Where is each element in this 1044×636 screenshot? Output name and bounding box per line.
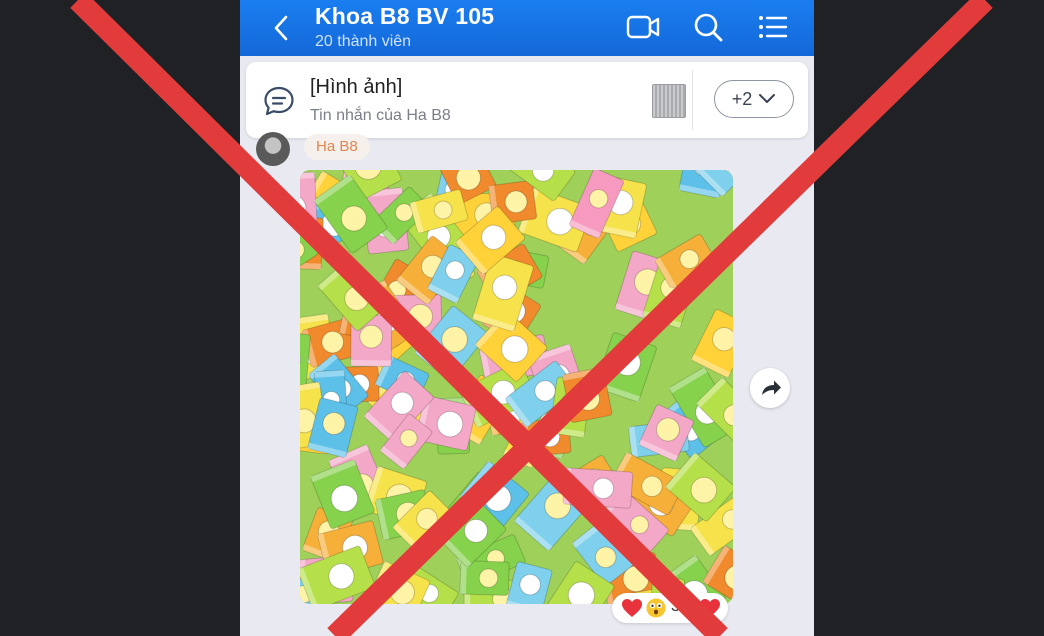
pinned-thumbnail[interactable] xyxy=(652,84,686,118)
forward-icon[interactable] xyxy=(750,368,790,408)
menu-list-icon[interactable] xyxy=(756,12,790,42)
chevron-down-icon xyxy=(759,94,776,103)
heart-outline-icon[interactable] xyxy=(698,597,722,619)
group-title[interactable]: Khoa B8 BV 105 xyxy=(315,3,494,30)
back-icon[interactable] xyxy=(266,12,298,44)
sender-name: Ha B8 xyxy=(304,134,370,160)
reaction-count: 3 xyxy=(671,598,680,615)
chat-screen: Khoa B8 BV 105 20 thành viên [Hình ảnh] … xyxy=(240,0,814,636)
video-call-icon[interactable] xyxy=(626,12,660,42)
search-icon[interactable] xyxy=(692,12,726,42)
pinned-message-bar[interactable]: [Hình ảnh] Tin nhắn của Ha B8 +2 xyxy=(246,62,808,138)
chat-header: Khoa B8 BV 105 20 thành viên xyxy=(240,0,814,56)
divider xyxy=(692,70,693,130)
reaction-bar[interactable]: 3 xyxy=(612,593,728,623)
more-pinned-button[interactable]: +2 xyxy=(714,80,794,118)
heart-icon xyxy=(622,599,642,617)
member-count[interactable]: 20 thành viên xyxy=(315,33,411,51)
candy-image xyxy=(300,170,733,604)
pinned-title: [Hình ảnh] xyxy=(310,76,403,98)
surprised-face-icon xyxy=(646,598,666,618)
message-icon xyxy=(264,86,294,116)
avatar[interactable] xyxy=(256,132,290,166)
more-pinned-count: +2 xyxy=(731,88,753,109)
message-image[interactable] xyxy=(300,170,733,604)
pinned-subtitle: Tin nhắn của Ha B8 xyxy=(310,107,451,124)
